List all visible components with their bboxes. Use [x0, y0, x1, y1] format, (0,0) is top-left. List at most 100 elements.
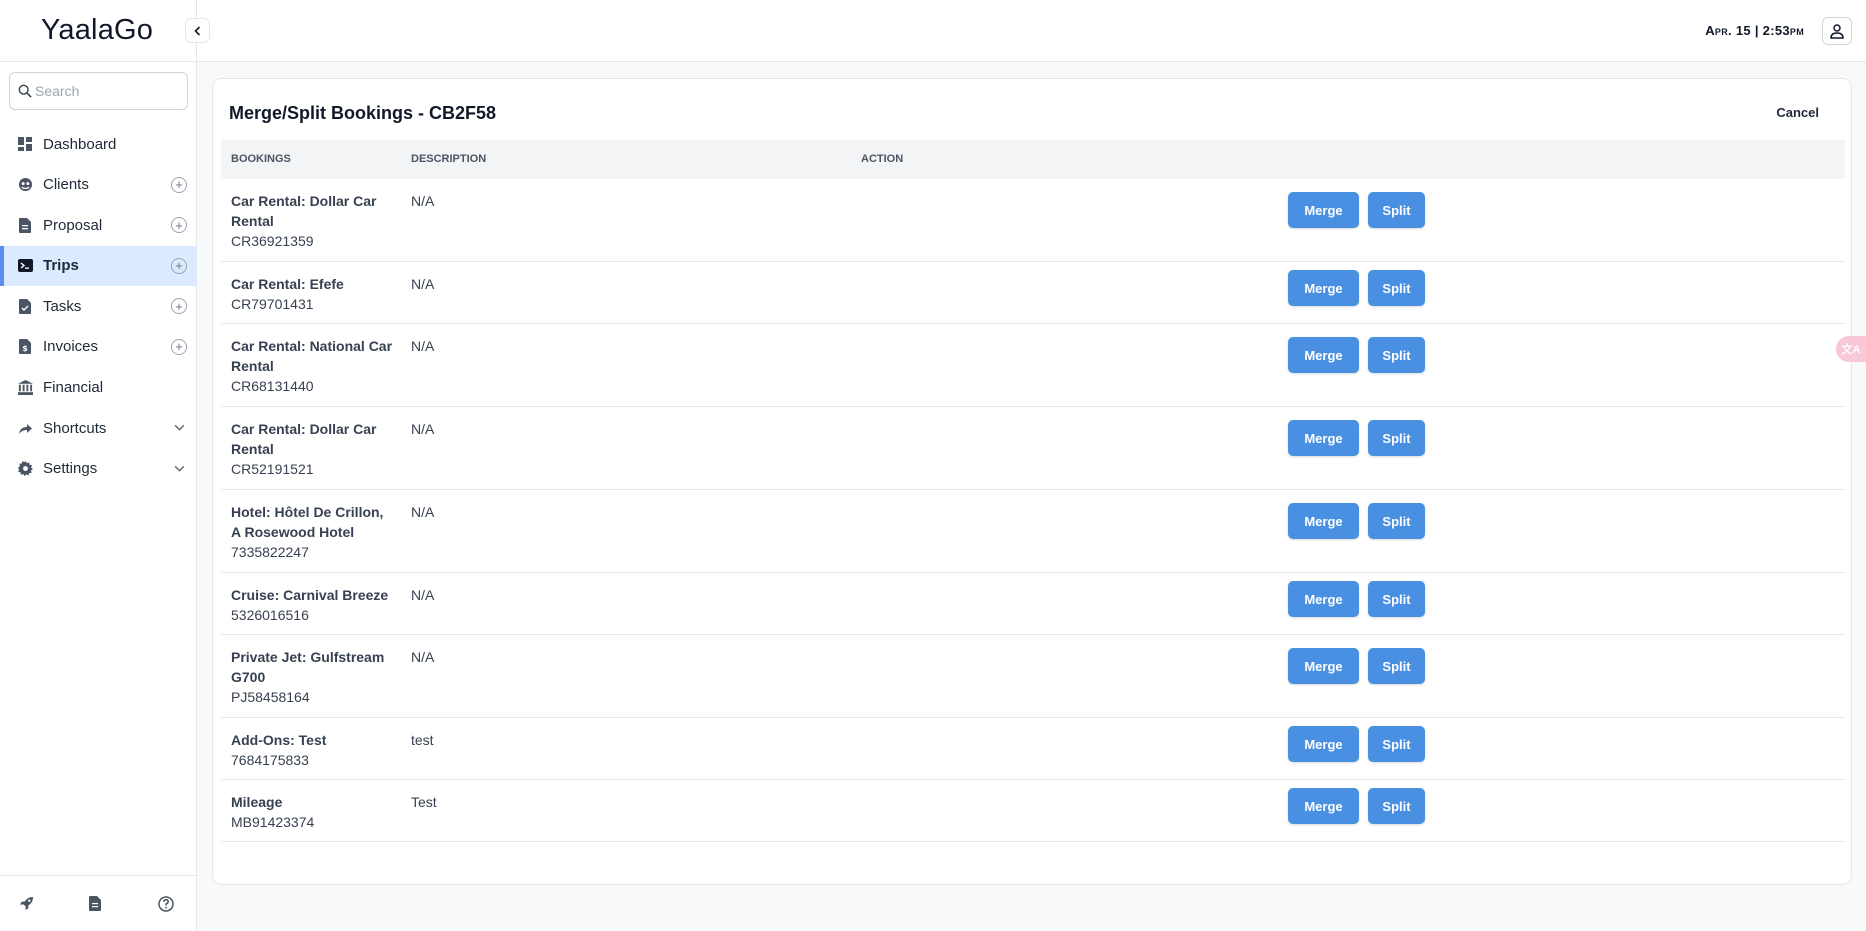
search-box[interactable] — [9, 72, 188, 110]
search-input[interactable] — [35, 83, 175, 99]
booking-code: CR79701431 — [231, 296, 314, 312]
table-row: Cruise: Carnival Breeze 5326016516 N/A M… — [221, 573, 1845, 635]
dashboard-icon — [17, 136, 33, 152]
top-bar: Apr. 15 | 2:53pm — [197, 0, 1866, 62]
split-button[interactable]: Split — [1368, 192, 1425, 228]
user-menu-button[interactable] — [1822, 17, 1852, 45]
task-icon — [17, 298, 33, 314]
sidebar-item-trips[interactable]: Trips + — [0, 245, 197, 286]
sidebar-item-proposal[interactable]: Proposal + — [0, 205, 197, 245]
split-button[interactable]: Split — [1368, 270, 1425, 306]
table-row: Mileage MB91423374 Test Merge Split — [221, 780, 1845, 842]
booking-cell: Hotel: Hôtel De Crillon, A Rosewood Hote… — [231, 502, 396, 562]
booking-description: test — [411, 732, 434, 748]
booking-cell: Cruise: Carnival Breeze 5326016516 — [231, 585, 396, 625]
merge-button[interactable]: Merge — [1288, 788, 1359, 824]
merge-button[interactable]: Merge — [1288, 581, 1359, 617]
help-icon[interactable] — [158, 896, 174, 912]
svg-text:$: $ — [22, 344, 28, 353]
sidebar-item-clients[interactable]: Clients + — [0, 165, 197, 205]
booking-description: N/A — [411, 649, 435, 665]
page-title: Merge/Split Bookings - CB2F58 — [229, 103, 497, 123]
gear-icon — [17, 461, 33, 477]
add-invoice-icon[interactable]: + — [171, 338, 187, 355]
table-row: Private Jet: Gulfstream G700 PJ58458164 … — [221, 635, 1845, 718]
booking-name: Cruise: Carnival Breeze — [231, 587, 389, 603]
booking-description: N/A — [411, 587, 435, 603]
table-row: Car Rental: National Car Rental CR681314… — [221, 324, 1845, 407]
split-button[interactable]: Split — [1368, 420, 1425, 456]
booking-description: N/A — [411, 421, 435, 437]
sidebar-item-tasks[interactable]: Tasks + — [0, 286, 197, 326]
translate-icon[interactable]: 文A — [1836, 336, 1866, 362]
booking-code: CR68131440 — [231, 378, 314, 394]
booking-code: CR36921359 — [231, 233, 314, 249]
chevron-down-icon[interactable] — [174, 422, 185, 433]
split-button[interactable]: Split — [1368, 337, 1425, 373]
add-task-icon[interactable]: + — [171, 298, 187, 315]
sidebar-item-label: Invoices — [43, 338, 99, 356]
booking-cell: Car Rental: Efefe CR79701431 — [231, 274, 396, 314]
logo-row: YaalaGo — [0, 0, 196, 62]
sidebar-item-shortcuts[interactable]: Shortcuts — [0, 408, 197, 448]
table-row: Hotel: Hôtel De Crillon, A Rosewood Hote… — [221, 490, 1845, 573]
split-button[interactable]: Split — [1368, 581, 1425, 617]
terminal-icon — [17, 258, 33, 274]
merge-button[interactable]: Merge — [1288, 420, 1359, 456]
booking-code: CR52191521 — [231, 461, 314, 477]
merge-button[interactable]: Merge — [1288, 337, 1359, 373]
sidebar-footer — [0, 875, 197, 931]
merge-button[interactable]: Merge — [1288, 503, 1359, 539]
column-header-description: DESCRIPTION — [411, 153, 487, 165]
date-text: Apr. 15 — [1705, 23, 1751, 38]
add-client-icon[interactable]: + — [171, 176, 187, 193]
merge-button[interactable]: Merge — [1288, 192, 1359, 228]
booking-code: 7684175833 — [231, 752, 309, 768]
cancel-button[interactable]: Cancel — [1776, 105, 1819, 120]
table-body: Car Rental: Dollar Car Rental CR36921359… — [221, 179, 1845, 842]
booking-description: Test — [411, 794, 437, 810]
split-button[interactable]: Split — [1368, 726, 1425, 762]
rocket-icon[interactable] — [19, 896, 34, 911]
collapse-sidebar-button[interactable] — [185, 18, 210, 43]
merge-button[interactable]: Merge — [1288, 270, 1359, 306]
add-trip-icon[interactable]: + — [171, 257, 187, 274]
date-separator: | — [1754, 23, 1759, 38]
date-time: Apr. 15 | 2:53pm — [1705, 23, 1804, 38]
sidebar-item-dashboard[interactable]: Dashboard — [0, 124, 197, 164]
search-icon — [18, 84, 32, 98]
column-header-action: ACTION — [861, 153, 904, 165]
table-row: Car Rental: Dollar Car Rental CR36921359… — [221, 179, 1845, 262]
table-row: Car Rental: Dollar Car Rental CR52191521… — [221, 407, 1845, 490]
booking-code: MB91423374 — [231, 814, 315, 830]
column-header-bookings: BOOKINGS — [231, 153, 291, 165]
booking-code: 5326016516 — [231, 607, 309, 623]
split-button[interactable]: Split — [1368, 503, 1425, 539]
booking-cell: Mileage MB91423374 — [231, 792, 396, 832]
sidebar-item-label: Shortcuts — [43, 419, 107, 437]
split-button[interactable]: Split — [1368, 788, 1425, 824]
sidebar-item-label: Tasks — [43, 297, 82, 315]
sidebar-item-financial[interactable]: Financial — [0, 368, 197, 408]
booking-name: Private Jet: Gulfstream G700 — [231, 649, 385, 685]
booking-code: PJ58458164 — [231, 689, 310, 705]
sidebar-item-invoices[interactable]: $ Invoices + — [0, 327, 197, 367]
merge-button[interactable]: Merge — [1288, 648, 1359, 684]
merge-button[interactable]: Merge — [1288, 726, 1359, 762]
clients-icon — [17, 177, 33, 193]
app-logo[interactable]: YaalaGo — [41, 14, 153, 47]
sidebar-item-label: Settings — [43, 460, 98, 478]
chevron-down-icon[interactable] — [174, 463, 185, 474]
split-button[interactable]: Split — [1368, 648, 1425, 684]
file-icon[interactable] — [89, 896, 101, 911]
time-text: 2:53pm — [1762, 23, 1804, 38]
table-header: BOOKINGS DESCRIPTION ACTION — [221, 140, 1845, 179]
booking-description: N/A — [411, 504, 435, 520]
booking-name: Add-Ons: Test — [231, 732, 327, 748]
booking-name: Car Rental: Dollar Car Rental — [231, 193, 377, 229]
add-proposal-icon[interactable]: + — [171, 217, 187, 234]
sidebar-item-label: Financial — [43, 379, 104, 397]
sidebar-item-settings[interactable]: Settings — [0, 449, 197, 489]
table-row: Add-Ons: Test 7684175833 test Merge Spli… — [221, 718, 1845, 780]
sidebar-item-label: Trips — [43, 257, 79, 275]
